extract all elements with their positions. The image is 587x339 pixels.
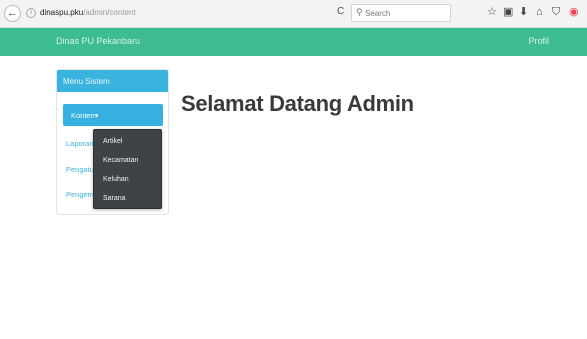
- back-arrow-icon[interactable]: ←: [4, 5, 21, 22]
- info-icon[interactable]: i: [26, 8, 36, 18]
- shield-icon[interactable]: ⛉: [552, 5, 560, 19]
- menu-item-artikel[interactable]: Artikel: [103, 138, 122, 145]
- konten-dropdown-menu: Artikel Kecamatan Keluhan Sarana: [93, 129, 162, 209]
- reload-icon[interactable]: C: [337, 6, 344, 17]
- clipboard-icon[interactable]: ▣: [503, 5, 513, 19]
- sidebar-item-pengembangan[interactable]: Pengem: [66, 190, 94, 199]
- search-box[interactable]: ⚲: [351, 4, 451, 22]
- app-navbar: Dinas PU Pekanbaru Profil: [0, 28, 587, 56]
- search-input[interactable]: [365, 7, 445, 19]
- sidebar-header-label: Menu Sistem: [63, 77, 110, 86]
- address-bar[interactable]: dinaspu.pku/admin/content: [40, 8, 136, 17]
- menu-item-sarana[interactable]: Sarana: [103, 195, 126, 202]
- profile-link[interactable]: Profil: [528, 36, 549, 46]
- menu-item-keluhan[interactable]: Keluhan: [103, 176, 129, 183]
- konten-dropdown-button[interactable]: Konten▾: [63, 104, 163, 126]
- sidebar-item-pengaturan[interactable]: Pengatur: [66, 165, 96, 174]
- brand-link[interactable]: Dinas PU Pekanbaru: [56, 36, 140, 46]
- menu-item-kecamatan[interactable]: Kecamatan: [103, 157, 138, 164]
- search-icon: ⚲: [356, 7, 363, 17]
- konten-label: Konten▾: [71, 111, 99, 120]
- url-host: dinaspu.pku: [40, 8, 84, 17]
- pocket-icon[interactable]: ◉: [569, 5, 579, 19]
- sidebar-item-laporan[interactable]: Laporan: [66, 139, 94, 148]
- url-path: /admin/content: [83, 8, 136, 17]
- page-title: Selamat Datang Admin: [181, 91, 414, 116]
- sidebar-header: Menu Sistem: [57, 70, 168, 92]
- home-icon[interactable]: ⌂: [536, 5, 543, 19]
- star-icon[interactable]: ☆: [487, 5, 497, 19]
- browser-toolbar: ← i dinaspu.pku/admin/content C ⚲ ☆ ▣ ⬇ …: [0, 0, 587, 28]
- download-icon[interactable]: ⬇: [519, 5, 528, 19]
